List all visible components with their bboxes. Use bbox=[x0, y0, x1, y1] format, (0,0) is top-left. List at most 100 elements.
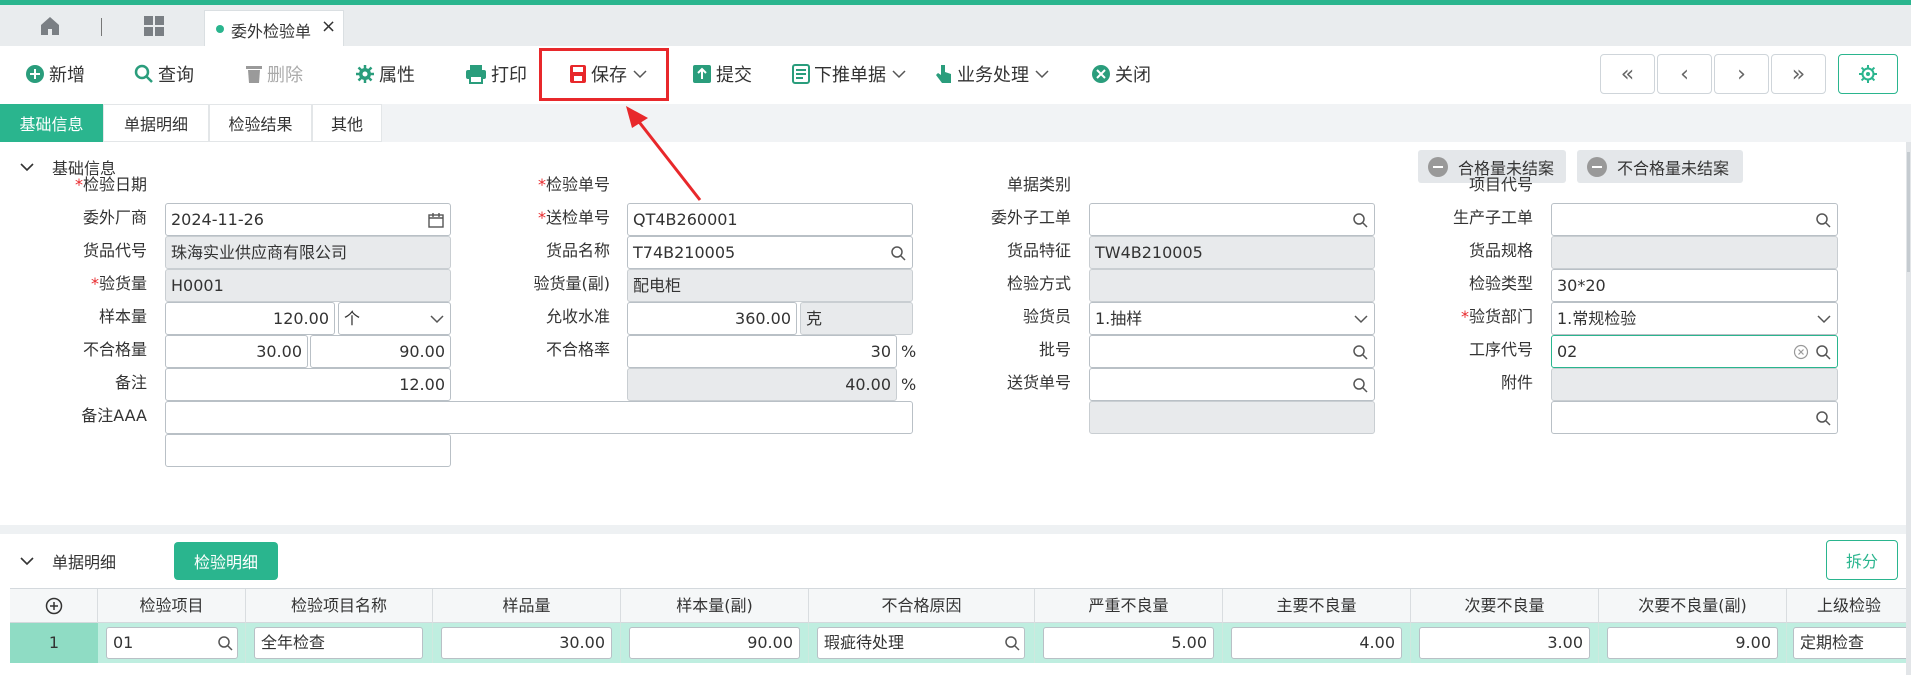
close-button[interactable]: 关闭 bbox=[1091, 58, 1151, 90]
remark-aaa-field[interactable] bbox=[165, 434, 451, 467]
ng-qty-field[interactable]: 12.00 bbox=[165, 368, 451, 401]
query-button[interactable]: 查询 bbox=[134, 58, 194, 90]
col-header-reason[interactable]: 不合格原因 bbox=[809, 589, 1035, 623]
search-icon[interactable] bbox=[1004, 635, 1020, 651]
chevron-down-icon bbox=[20, 163, 34, 172]
cell-critical-value[interactable]: 5.00 bbox=[1043, 627, 1214, 659]
qty-field[interactable]: 120.00 bbox=[165, 302, 335, 335]
apps-grid-icon[interactable] bbox=[143, 15, 165, 37]
toolbar: 新增 查询 删除 属性 打印 保存 提交 下推单据 业务处理 关闭 « ‹ › … bbox=[0, 46, 1911, 104]
doc-type-field[interactable] bbox=[1089, 203, 1375, 236]
inspect-date-field[interactable]: 2024-11-26 bbox=[165, 203, 451, 236]
cell-sample[interactable]: 30.00 bbox=[433, 623, 621, 663]
tab-separator bbox=[101, 18, 102, 36]
col-header-sample[interactable]: 样品量 bbox=[433, 589, 621, 623]
inspection-detail-tab[interactable]: 检验明细 bbox=[174, 542, 278, 580]
tab-other[interactable]: 其他 bbox=[312, 104, 382, 142]
cell-reason-value[interactable]: 瑕疵待处理 bbox=[817, 627, 1025, 659]
type-select[interactable]: 1.常规检验 bbox=[1551, 302, 1838, 335]
item-spec-field[interactable]: 30*20 bbox=[1551, 269, 1838, 302]
unqualified-unclosed-button[interactable]: 不合格量未结案 bbox=[1577, 150, 1743, 183]
add-row-button[interactable] bbox=[10, 589, 98, 623]
push-down-button[interactable]: 下推单据 bbox=[792, 58, 910, 90]
sample-aux-field[interactable]: 90.00 bbox=[310, 335, 451, 368]
tab-outsource-inspection[interactable]: 委外检验单 × bbox=[204, 10, 344, 46]
cell-item-name[interactable]: 全年检查 bbox=[246, 623, 433, 663]
search-icon[interactable] bbox=[1815, 344, 1831, 360]
cell-parent-value[interactable]: 定期检查 bbox=[1793, 627, 1906, 659]
search-icon[interactable] bbox=[217, 635, 233, 651]
col-header-minor[interactable]: 次要不良量 bbox=[1411, 589, 1599, 623]
next-record-button[interactable]: › bbox=[1714, 54, 1769, 94]
col-header-item[interactable]: 检验项目 bbox=[98, 589, 246, 623]
tab-document-details[interactable]: 单据明细 bbox=[103, 104, 209, 142]
save-button[interactable]: 保存 bbox=[569, 58, 651, 90]
home-icon[interactable] bbox=[38, 14, 62, 38]
cell-minor[interactable]: 3.00 bbox=[1411, 623, 1599, 663]
print-button[interactable]: 打印 bbox=[465, 58, 527, 90]
clear-icon[interactable] bbox=[1793, 344, 1809, 360]
project-code-field[interactable] bbox=[1551, 203, 1838, 236]
col-header-major[interactable]: 主要不良量 bbox=[1223, 589, 1411, 623]
search-icon[interactable] bbox=[1352, 377, 1368, 393]
col-header-parent[interactable]: 上级检验 bbox=[1787, 589, 1906, 623]
scrollbar-thumb[interactable] bbox=[1907, 152, 1910, 272]
cell-parent[interactable]: 定期检查 bbox=[1787, 623, 1906, 663]
cell-sample-value[interactable]: 30.00 bbox=[441, 627, 612, 659]
search-icon[interactable] bbox=[1815, 410, 1831, 426]
search-icon[interactable] bbox=[890, 245, 906, 261]
cell-critical[interactable]: 5.00 bbox=[1035, 623, 1223, 663]
close-tab-icon[interactable]: × bbox=[321, 16, 336, 37]
chevron-down-icon[interactable] bbox=[1035, 69, 1049, 79]
add-button[interactable]: 新增 bbox=[25, 58, 85, 90]
dept-field[interactable]: 02 bbox=[1551, 335, 1838, 368]
cell-minor-aux-value[interactable]: 9.00 bbox=[1607, 627, 1778, 659]
tab-basic-info[interactable]: 基础信息 bbox=[0, 104, 103, 142]
label-item-name: 货品名称 bbox=[545, 241, 610, 260]
chevron-down-icon[interactable] bbox=[633, 69, 647, 79]
cell-major-value[interactable]: 4.00 bbox=[1231, 627, 1402, 659]
tab-inspection-results[interactable]: 检验结果 bbox=[209, 104, 312, 142]
sample-field[interactable]: 30.00 bbox=[165, 335, 308, 368]
cell-minor-value[interactable]: 3.00 bbox=[1419, 627, 1590, 659]
last-record-button[interactable]: » bbox=[1771, 54, 1826, 94]
vertical-scrollbar[interactable] bbox=[1906, 142, 1911, 675]
col-header-item-name[interactable]: 检验项目名称 bbox=[246, 589, 433, 623]
cell-minor-aux[interactable]: 9.00 bbox=[1599, 623, 1787, 663]
qty-unit-select[interactable]: 个 bbox=[338, 302, 451, 335]
cell-sample-aux-value[interactable]: 90.00 bbox=[629, 627, 800, 659]
cell-item-name-value[interactable]: 全年检查 bbox=[254, 627, 423, 659]
calendar-icon[interactable] bbox=[428, 212, 444, 228]
search-icon[interactable] bbox=[1352, 212, 1368, 228]
settings-button[interactable] bbox=[1838, 54, 1898, 94]
lot-field[interactable] bbox=[1089, 368, 1375, 401]
first-record-button[interactable]: « bbox=[1600, 54, 1655, 94]
ng-rate-percent-sign: % bbox=[901, 375, 917, 394]
qty-aux-field[interactable]: 360.00 bbox=[627, 302, 797, 335]
remark-field[interactable] bbox=[165, 401, 913, 434]
delete-button[interactable]: 删除 bbox=[245, 58, 303, 90]
cell-reason[interactable]: 瑕疵待处理 bbox=[809, 623, 1035, 663]
chevron-down-icon[interactable] bbox=[892, 69, 906, 79]
cell-major[interactable]: 4.00 bbox=[1223, 623, 1411, 663]
detail-header[interactable]: 单据明细 bbox=[20, 549, 116, 573]
inspector-field[interactable] bbox=[1089, 335, 1375, 368]
submit-button[interactable]: 提交 bbox=[692, 58, 752, 90]
cell-sample-aux[interactable]: 90.00 bbox=[621, 623, 809, 663]
col-header-sample-aux[interactable]: 样本量(副) bbox=[621, 589, 809, 623]
aql-field[interactable]: 30 bbox=[627, 335, 897, 368]
attach-field[interactable] bbox=[1551, 401, 1838, 434]
method-select[interactable]: 1.抽样 bbox=[1089, 302, 1375, 335]
col-header-minor-aux[interactable]: 次要不良量(副) bbox=[1599, 589, 1787, 623]
send-no-field[interactable]: T74B210005 bbox=[627, 236, 913, 269]
split-button[interactable]: 拆分 bbox=[1826, 540, 1898, 580]
prev-record-button[interactable]: ‹ bbox=[1657, 54, 1712, 94]
business-button[interactable]: 业务处理 bbox=[935, 58, 1053, 90]
cell-item[interactable]: 01 bbox=[98, 623, 246, 663]
search-icon[interactable] bbox=[1815, 212, 1831, 228]
properties-button[interactable]: 属性 bbox=[355, 58, 415, 90]
search-icon[interactable] bbox=[1352, 344, 1368, 360]
inspect-no-field[interactable]: QT4B260001 bbox=[627, 203, 913, 236]
table-row[interactable]: 1 01 全年检查 30.00 90.00 瑕疵待处理 5.00 4.00 3.… bbox=[10, 623, 1906, 663]
col-header-critical[interactable]: 严重不良量 bbox=[1035, 589, 1223, 623]
